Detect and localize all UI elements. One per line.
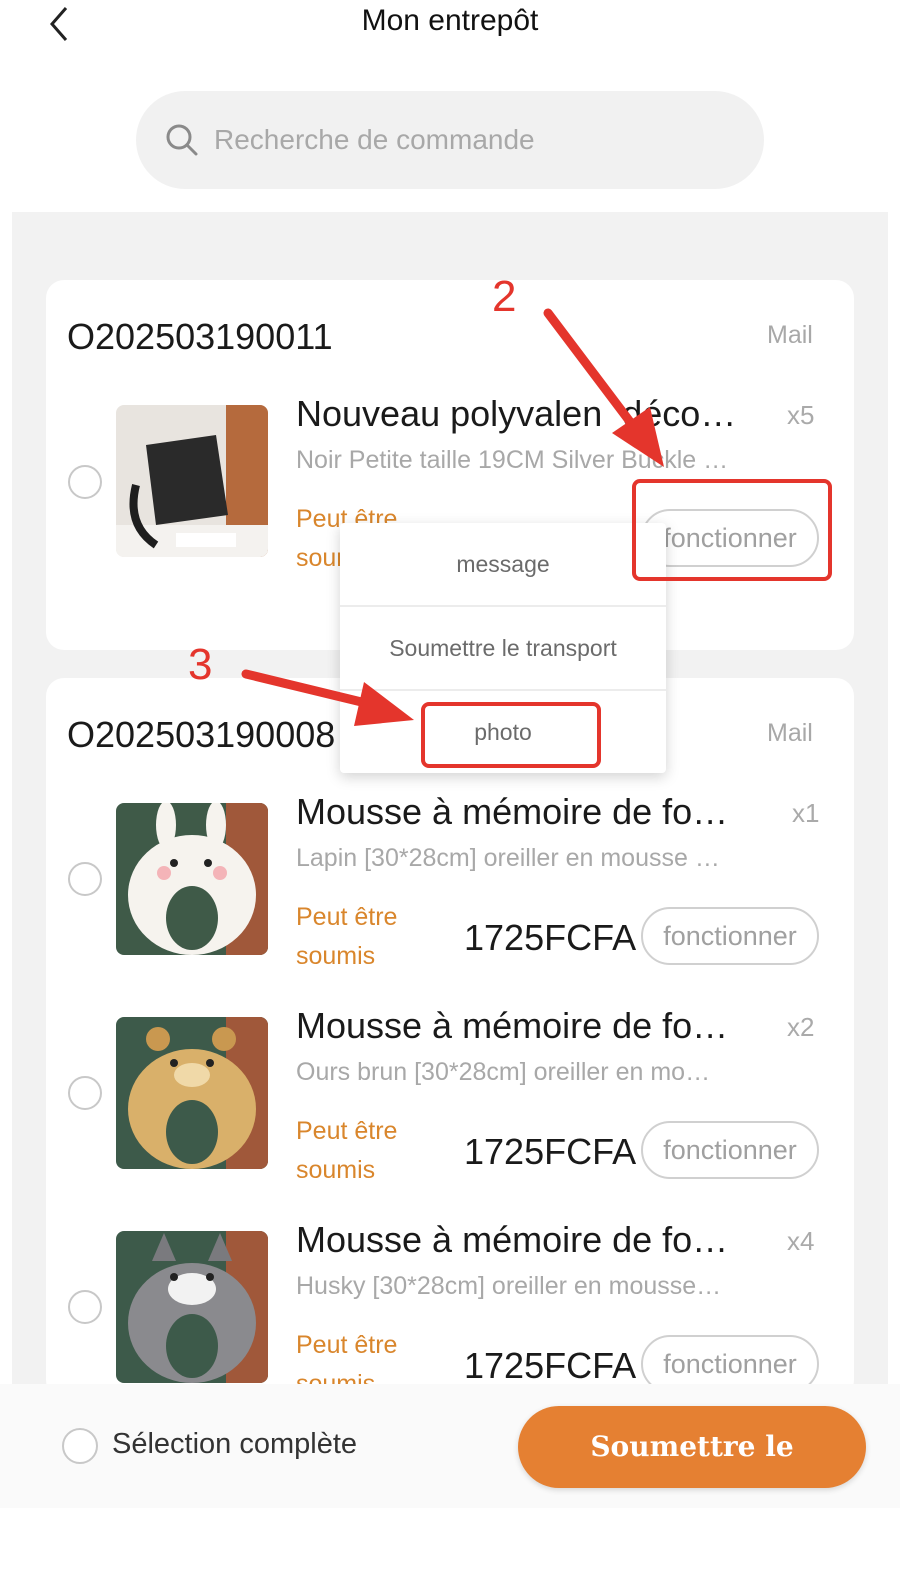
submit-transport-button[interactable]: Soumettre le transport	[518, 1406, 866, 1545]
annotation-step-number: 2	[492, 272, 517, 321]
product-image	[116, 405, 268, 557]
item-select-radio[interactable]	[68, 1290, 102, 1324]
product-quantity: x5	[787, 400, 815, 430]
operate-button[interactable]: fonctionner	[641, 907, 819, 965]
product-name: Mousse à mémoire de fo…	[296, 791, 729, 832]
rabbit-pillow-image	[116, 803, 268, 955]
item-select-radio[interactable]	[68, 862, 102, 896]
order-id: O202503190011	[67, 316, 333, 357]
product-quantity: x4	[787, 1226, 815, 1256]
product-variant: Husky [30*28cm] oreiller en mousse…	[296, 1272, 722, 1300]
annotation-step-number: 3	[188, 640, 213, 689]
annotation-highlight-box	[632, 479, 832, 581]
product-price: 1725FCFA	[464, 1345, 637, 1386]
product-price: 1725FCFA	[464, 917, 637, 958]
product-price: 1725FCFA	[464, 1131, 637, 1172]
menu-item-message[interactable]: message	[340, 523, 666, 605]
handbag-image	[116, 405, 268, 557]
select-all-radio[interactable]	[62, 1428, 98, 1464]
shipping-method: Mail	[767, 719, 813, 747]
annotation-arrow-icon	[241, 669, 414, 726]
product-image	[116, 1231, 268, 1383]
item-status: Peut être soumis	[296, 903, 398, 970]
product-image	[116, 803, 268, 955]
header: Mon entrepôt	[0, 0, 900, 60]
search-icon	[166, 124, 198, 156]
product-variant: Ours brun [30*28cm] oreiller en mo…	[296, 1058, 711, 1086]
product-quantity: x1	[792, 798, 820, 828]
item-status: Peut être soumis	[296, 1117, 398, 1184]
product-quantity: x2	[787, 1012, 815, 1042]
operate-button[interactable]: fonctionner	[641, 1121, 819, 1179]
item-select-radio[interactable]	[68, 465, 102, 499]
product-name: Mousse à mémoire de fo…	[296, 1219, 729, 1260]
product-name: Mousse à mémoire de fo…	[296, 1005, 729, 1046]
page-title: Mon entrepôt	[361, 4, 539, 37]
product-image	[116, 1017, 268, 1169]
annotation-highlight-box	[421, 702, 601, 768]
select-all-label[interactable]: Sélection complète	[112, 1428, 357, 1461]
product-name: Nouveau polyvalen déco…	[296, 393, 737, 434]
husky-pillow-image	[116, 1231, 268, 1383]
product-variant: Lapin [30*28cm] oreiller en mousse …	[296, 844, 720, 872]
search-placeholder: Recherche de commande	[214, 124, 535, 155]
item-select-radio[interactable]	[68, 1076, 102, 1110]
bear-pillow-image	[116, 1017, 268, 1169]
shipping-method: Mail	[767, 321, 813, 349]
annotation-arrow-icon	[543, 308, 664, 467]
